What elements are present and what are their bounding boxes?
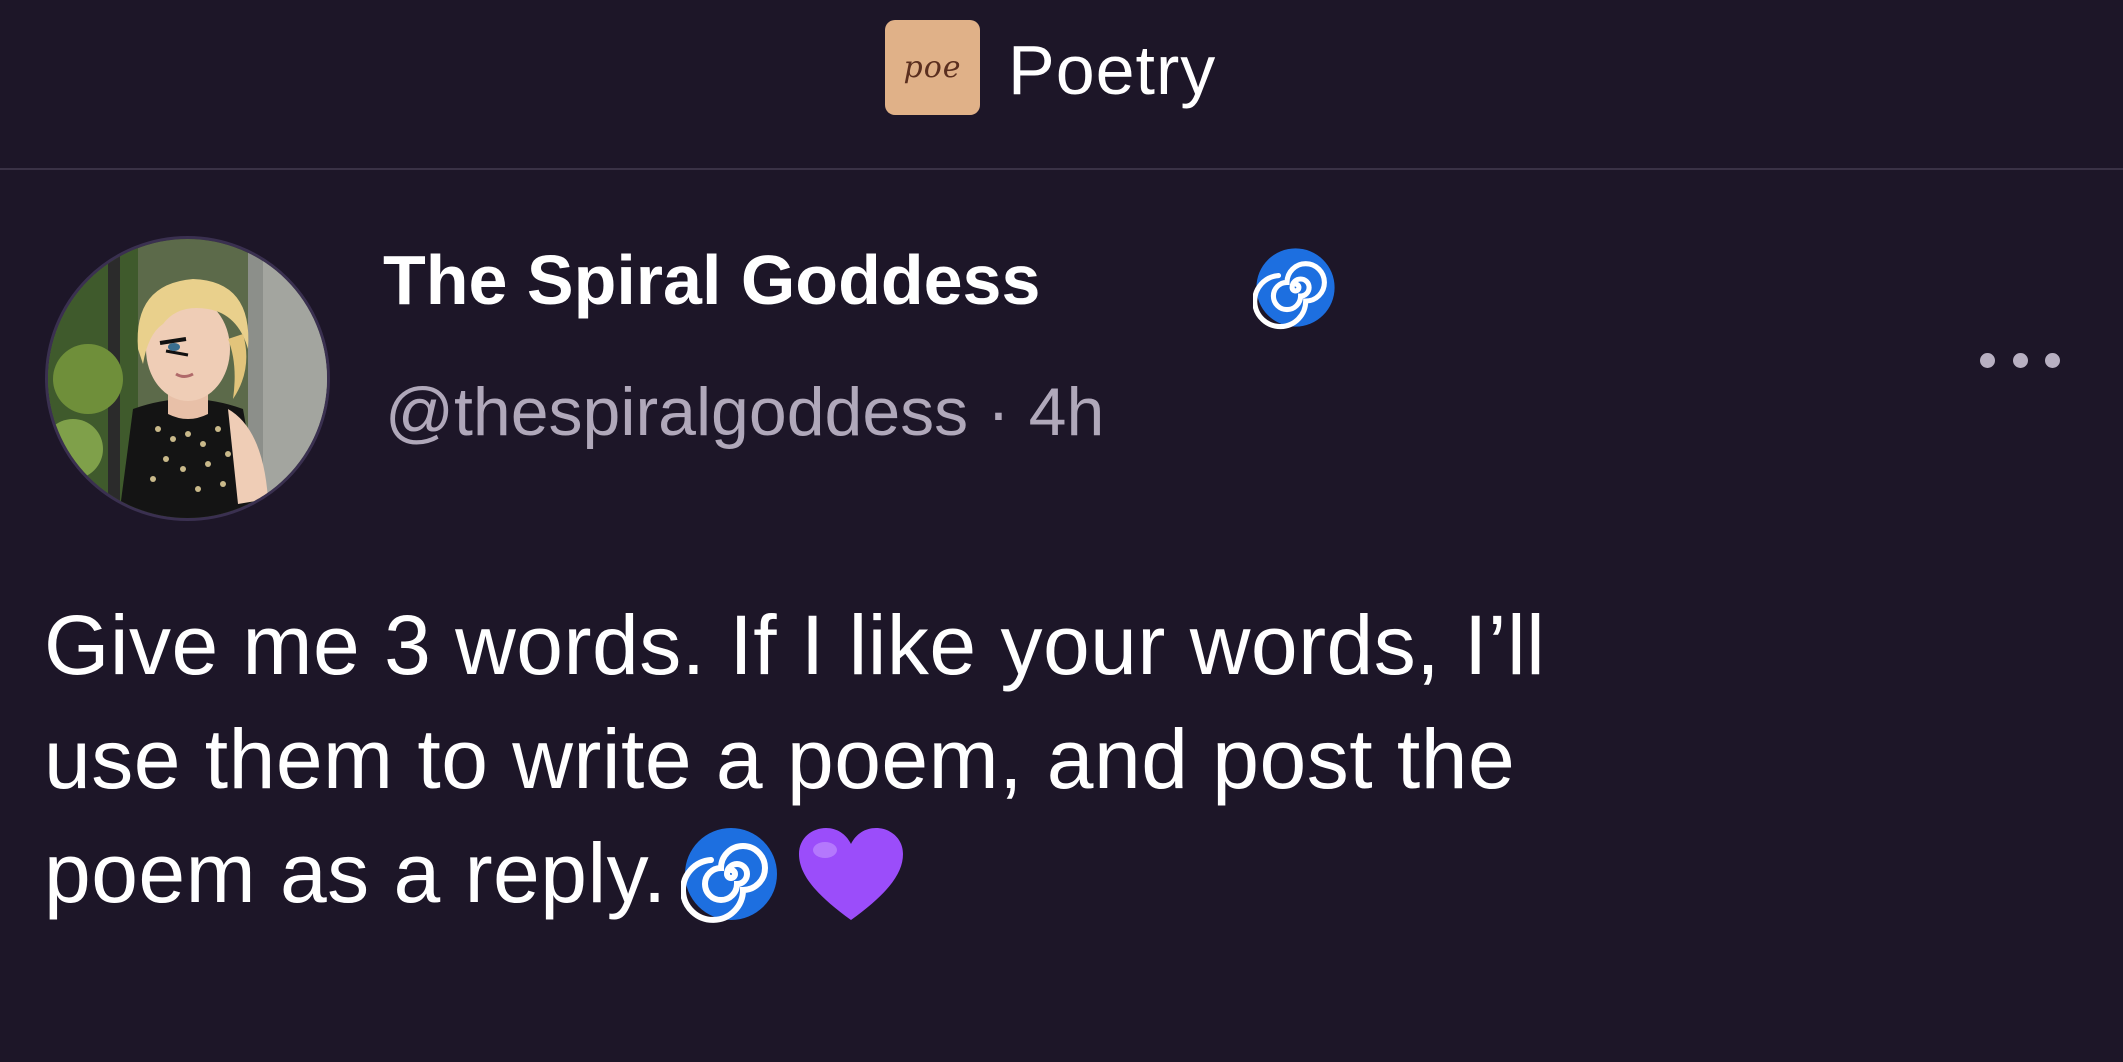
community-header: poe Poetry <box>0 0 2123 170</box>
post-time[interactable]: 4h <box>1029 374 1105 450</box>
author-handle[interactable]: @thespiralgoddess <box>385 374 968 450</box>
ellipsis-icon <box>2045 352 2060 368</box>
author-name[interactable]: The Spiral Goddess <box>383 240 1040 320</box>
purple-heart-emoji-icon <box>798 827 903 920</box>
post-body-line: use them to write a poem, and post the <box>44 712 1516 806</box>
avatar-photo <box>48 239 327 518</box>
post-body-line: Give me 3 words. If I like your words, I… <box>44 598 1546 692</box>
ellipsis-icon <box>2012 352 2028 368</box>
author-avatar[interactable] <box>45 236 330 521</box>
spiral-emoji-icon <box>1253 248 1335 330</box>
author-handle-line: @thespiralgoddess · 4h <box>385 372 1104 452</box>
ellipsis-icon <box>1980 352 1995 368</box>
separator: · <box>987 374 1010 450</box>
spiral-emoji-icon <box>680 827 777 923</box>
post-body: Give me 3 words. If I like your words, I… <box>44 588 2084 930</box>
community-title[interactable]: Poetry <box>1008 30 1216 110</box>
post-body-line-last: poem as a reply. <box>44 816 2084 930</box>
post-body-line-text: poem as a reply. <box>44 826 667 920</box>
community-logo[interactable]: poe <box>885 20 980 115</box>
more-options-button[interactable] <box>1980 340 2060 380</box>
